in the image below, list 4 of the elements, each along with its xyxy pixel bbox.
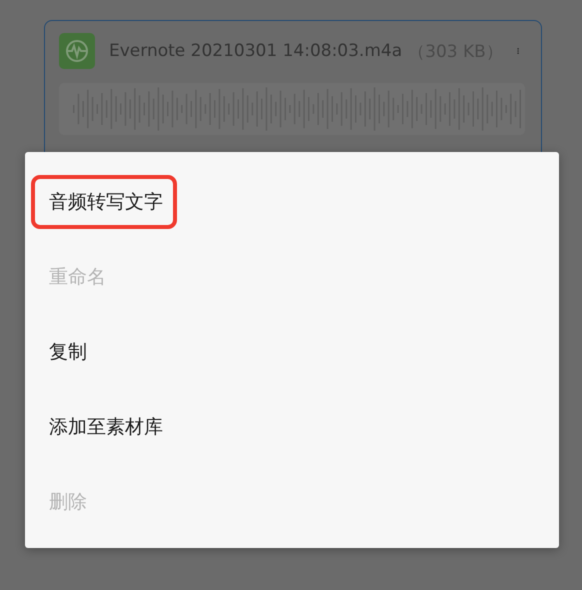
audio-file-icon [59, 33, 95, 69]
menu-item[interactable]: 复制 [49, 324, 95, 378]
file-name: Evernote 20210301 14:08:03.m4a [109, 41, 402, 61]
menu-item[interactable]: 添加至素材库 [49, 400, 171, 454]
